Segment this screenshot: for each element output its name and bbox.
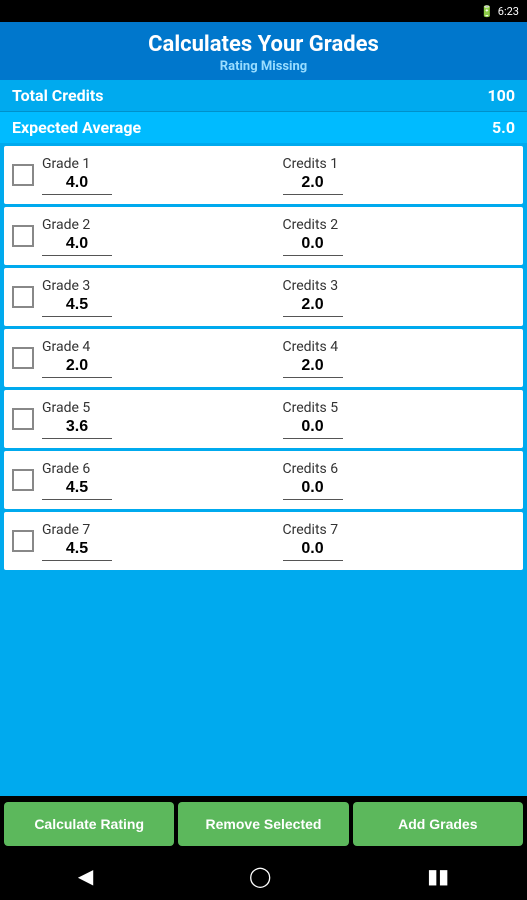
credits-input-7[interactable]: [283, 538, 343, 561]
grade-checkbox-1[interactable]: [12, 164, 34, 186]
expected-average-label: Expected Average: [12, 118, 492, 137]
home-icon[interactable]: ◯: [229, 856, 291, 896]
grade-label-group-2: Grade 2: [42, 217, 275, 256]
grade-input-6[interactable]: [42, 477, 112, 500]
credits-label-group-2: Credits 2: [283, 217, 516, 256]
add-grades-button[interactable]: Add Grades: [353, 802, 523, 846]
grade-input-2[interactable]: [42, 233, 112, 256]
grade-label-group-5: Grade 5: [42, 400, 275, 439]
grade-checkbox-6[interactable]: [12, 469, 34, 491]
grades-container: Grade 1 Credits 1 Grade 2 Credits 2 Grad…: [0, 143, 527, 796]
status-time: 6:23: [498, 5, 519, 18]
back-icon[interactable]: ◀: [58, 856, 113, 896]
credits-label-group-4: Credits 4: [283, 339, 516, 378]
grade-checkbox-4[interactable]: [12, 347, 34, 369]
credits-label-6: Credits 6: [283, 461, 516, 477]
total-credits-label: Total Credits: [12, 86, 487, 105]
grade-label-group-4: Grade 4: [42, 339, 275, 378]
remove-selected-button[interactable]: Remove Selected: [178, 802, 348, 846]
app-header: Calculates Your Grades Rating Missing: [0, 22, 527, 80]
grade-label-group-3: Grade 3: [42, 278, 275, 317]
grade-input-3[interactable]: [42, 294, 112, 317]
grade-checkbox-2[interactable]: [12, 225, 34, 247]
credits-input-4[interactable]: [283, 355, 343, 378]
total-credits-value: 100: [487, 86, 515, 105]
credits-label-group-5: Credits 5: [283, 400, 516, 439]
grade-checkbox-5[interactable]: [12, 408, 34, 430]
grade-row-2: Grade 2 Credits 2: [4, 207, 523, 265]
grade-label-3: Grade 3: [42, 278, 275, 294]
credits-label-group-3: Credits 3: [283, 278, 516, 317]
grade-label-2: Grade 2: [42, 217, 275, 233]
credits-input-1[interactable]: [283, 172, 343, 195]
status-battery: 🔋: [480, 5, 494, 18]
expected-average-row: Expected Average 5.0: [0, 112, 527, 143]
grade-label-4: Grade 4: [42, 339, 275, 355]
credits-label-group-1: Credits 1: [283, 156, 516, 195]
credits-label-3: Credits 3: [283, 278, 516, 294]
credits-input-5[interactable]: [283, 416, 343, 439]
grade-label-group-1: Grade 1: [42, 156, 275, 195]
credits-label-5: Credits 5: [283, 400, 516, 416]
grade-input-1[interactable]: [42, 172, 112, 195]
grade-label-5: Grade 5: [42, 400, 275, 416]
nav-bar: ◀ ◯ ▮▮: [0, 852, 527, 900]
grade-input-7[interactable]: [42, 538, 112, 561]
grade-label-7: Grade 7: [42, 522, 275, 538]
grade-checkbox-7[interactable]: [12, 530, 34, 552]
credits-input-2[interactable]: [283, 233, 343, 256]
status-bar: 🔋 6:23: [0, 0, 527, 22]
grade-input-4[interactable]: [42, 355, 112, 378]
grade-row-1: Grade 1 Credits 1: [4, 146, 523, 204]
app-subtitle: Rating Missing: [0, 59, 527, 74]
recents-icon[interactable]: ▮▮: [407, 856, 469, 896]
grade-row-3: Grade 3 Credits 3: [4, 268, 523, 326]
credits-label-7: Credits 7: [283, 522, 516, 538]
grade-label-6: Grade 6: [42, 461, 275, 477]
credits-input-6[interactable]: [283, 477, 343, 500]
calculate-rating-button[interactable]: Calculate Rating: [4, 802, 174, 846]
grade-checkbox-3[interactable]: [12, 286, 34, 308]
grade-label-group-6: Grade 6: [42, 461, 275, 500]
app-title: Calculates Your Grades: [0, 32, 527, 57]
credits-label-1: Credits 1: [283, 156, 516, 172]
grade-input-5[interactable]: [42, 416, 112, 439]
total-credits-row: Total Credits 100: [0, 80, 527, 111]
grade-row-7: Grade 7 Credits 7: [4, 512, 523, 570]
expected-average-value: 5.0: [492, 118, 515, 137]
grade-row-5: Grade 5 Credits 5: [4, 390, 523, 448]
credits-label-2: Credits 2: [283, 217, 516, 233]
grade-label-1: Grade 1: [42, 156, 275, 172]
credits-label-group-7: Credits 7: [283, 522, 516, 561]
grade-row-6: Grade 6 Credits 6: [4, 451, 523, 509]
credits-input-3[interactable]: [283, 294, 343, 317]
bottom-buttons: Calculate Rating Remove Selected Add Gra…: [0, 796, 527, 852]
grade-row-4: Grade 4 Credits 4: [4, 329, 523, 387]
grade-label-group-7: Grade 7: [42, 522, 275, 561]
credits-label-group-6: Credits 6: [283, 461, 516, 500]
credits-label-4: Credits 4: [283, 339, 516, 355]
